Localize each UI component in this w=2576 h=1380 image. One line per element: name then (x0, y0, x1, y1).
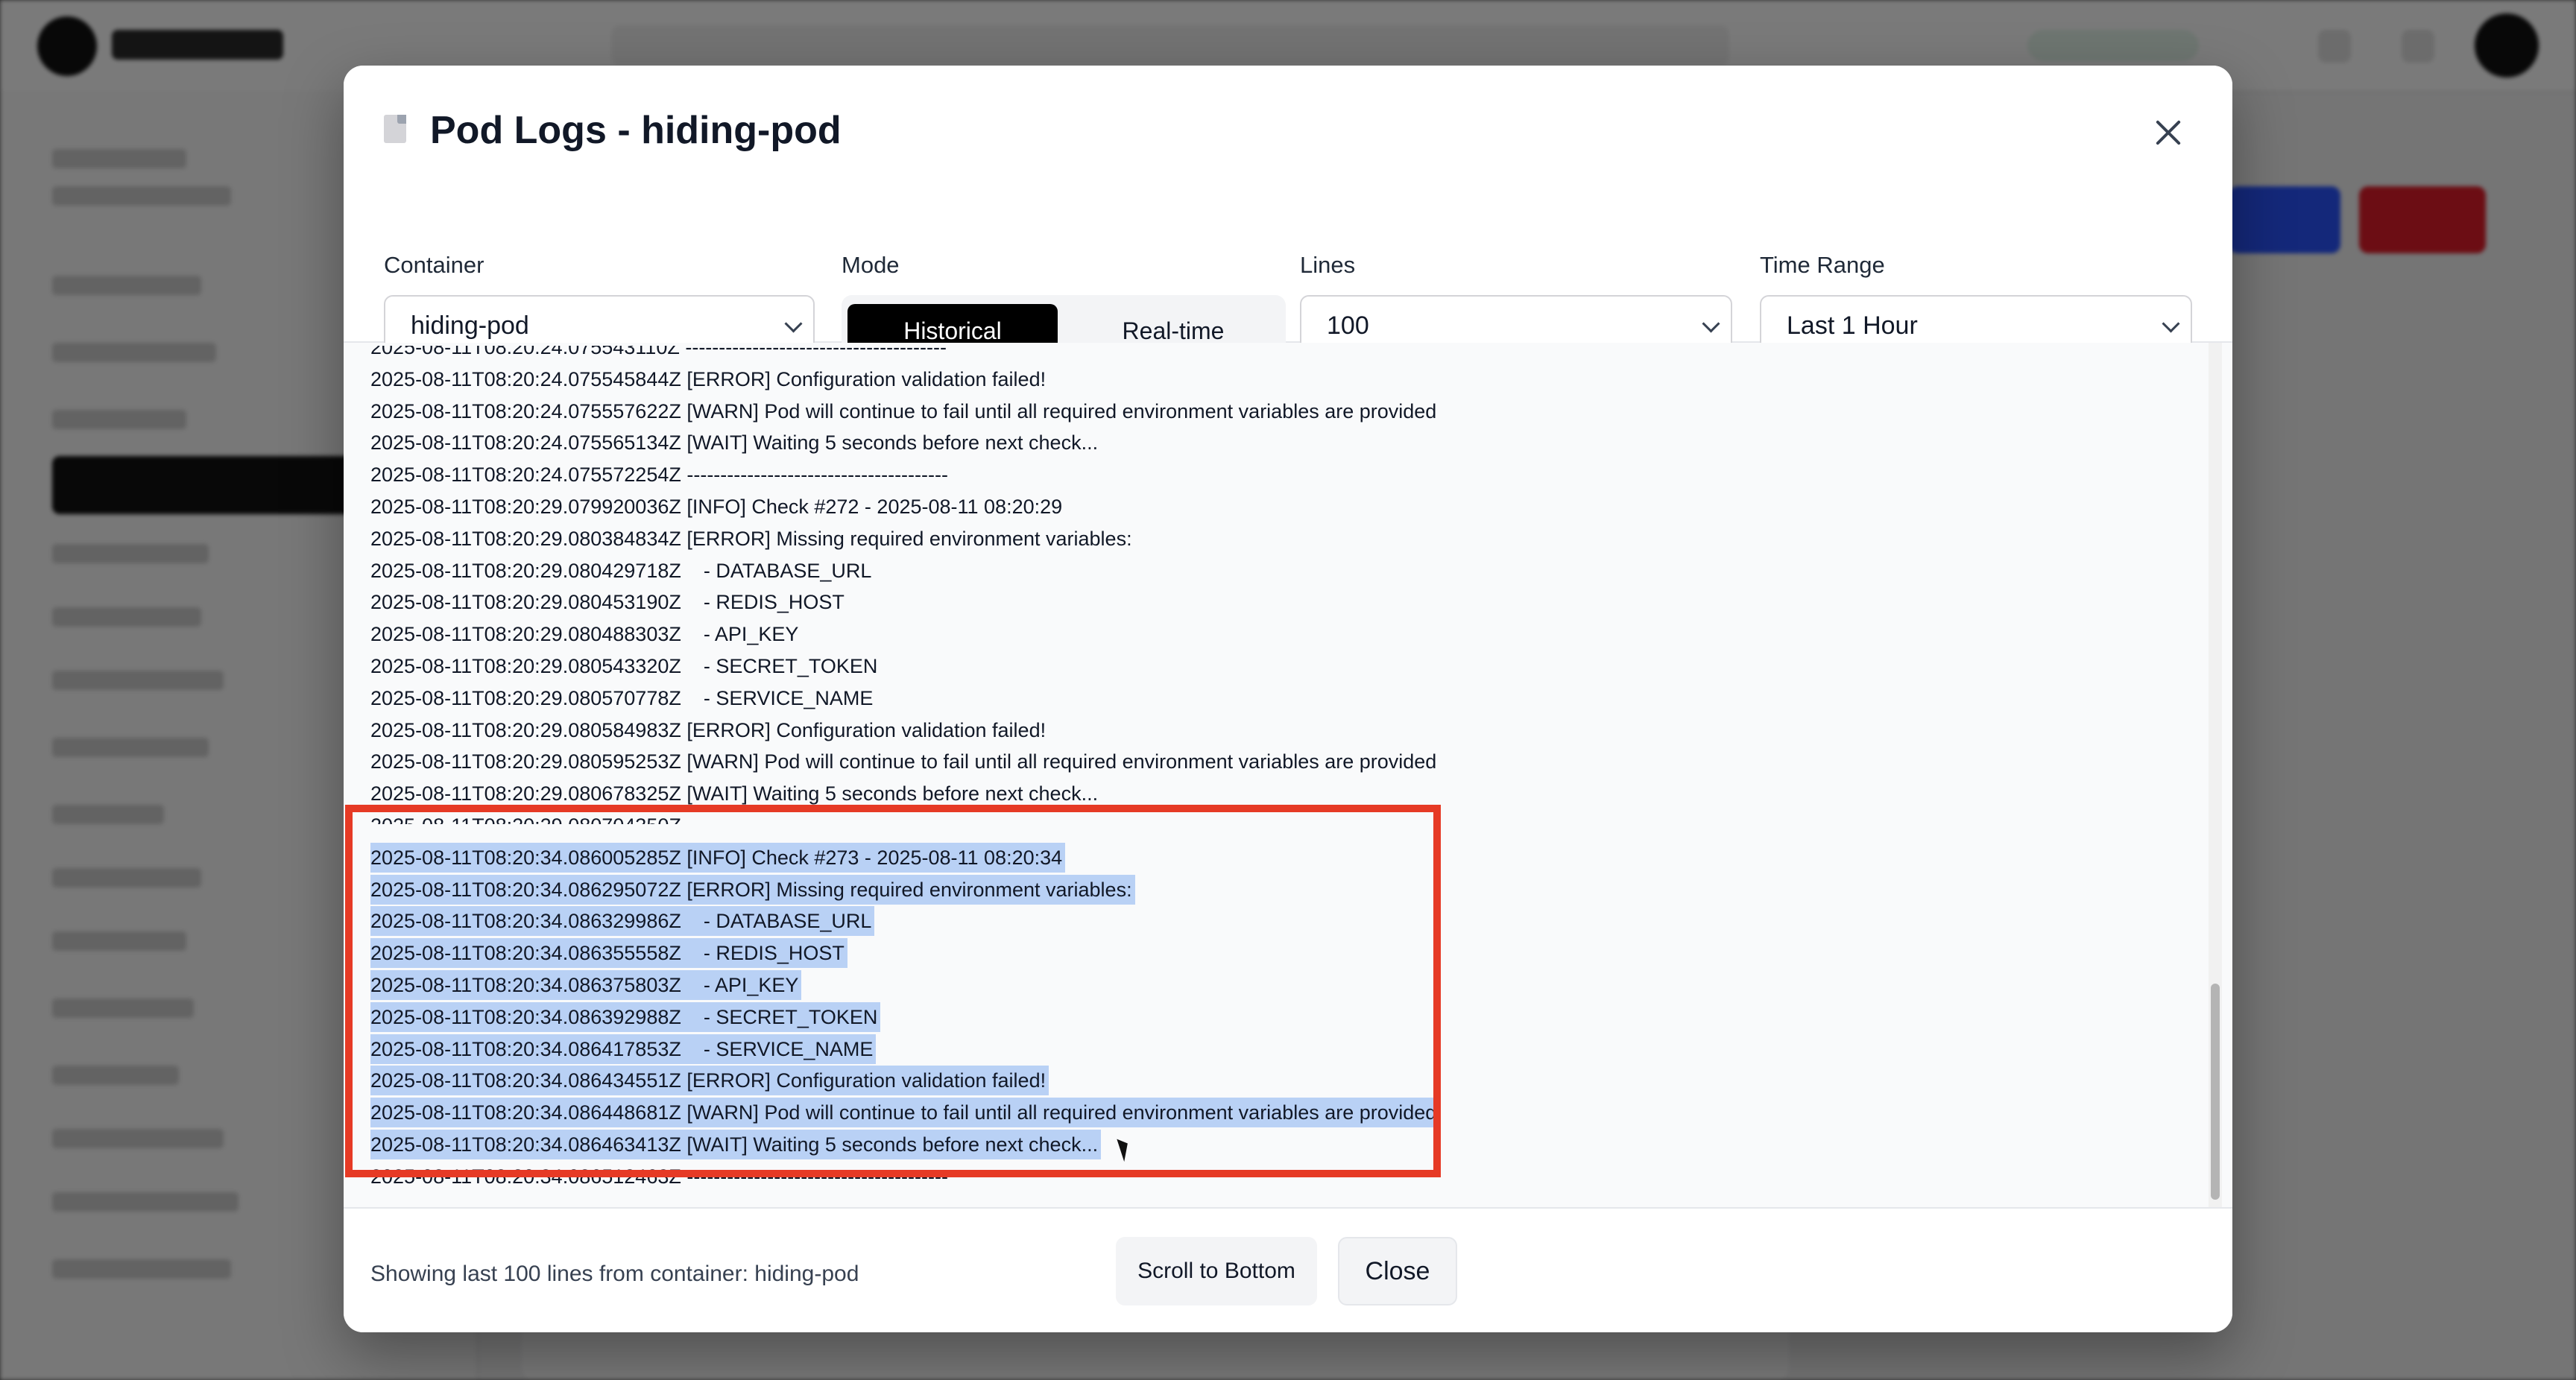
mode-label: Mode (842, 252, 900, 278)
log-line: 2025-08-11T08:20:29.080704350Z ---------… (370, 814, 948, 837)
log-line: 2025-08-11T08:20:34.086392988Z - SECRET_… (370, 1001, 881, 1032)
log-status-text: Showing last 100 lines from container: h… (370, 1262, 859, 1286)
container-label: Container (384, 252, 484, 278)
modal-header: Pod Logs - hiding-pod Container hiding-p… (344, 66, 2232, 367)
log-line: 2025-08-11T08:20:29.080488303Z - API_KEY (370, 623, 799, 646)
log-line: 2025-08-11T08:20:34.086329986Z - DATABAS… (370, 906, 875, 937)
time-range-select-value: Last 1 Hour (1787, 311, 1918, 340)
log-line: 2025-08-11T08:20:34.086005285Z [INFO] Ch… (370, 842, 1066, 873)
chevron-down-icon (1702, 314, 1720, 333)
container-select-value: hiding-pod (411, 311, 529, 340)
log-output[interactable]: 2025-08-11T08:20:24.075543110Z ---------… (344, 343, 2232, 1207)
log-line: 2025-08-11T08:20:29.080453190Z - REDIS_H… (370, 591, 845, 614)
close-icon[interactable] (2146, 110, 2191, 155)
time-range-label: Time Range (1760, 252, 1885, 278)
log-line: 2025-08-11T08:20:34.086463413Z [WAIT] Wa… (370, 1130, 1102, 1159)
log-line: 2025-08-11T08:20:29.080678325Z [WAIT] Wa… (370, 782, 1099, 805)
log-line: 2025-08-11T08:20:29.080584983Z [ERROR] C… (370, 718, 1046, 741)
log-line: 2025-08-11T08:20:34.086512463Z ---------… (370, 1165, 948, 1188)
log-line: 2025-08-11T08:20:34.086295072Z [ERROR] M… (370, 874, 1135, 905)
log-line: 2025-08-11T08:20:24.075557622Z [WARN] Po… (370, 399, 1437, 422)
log-line: 2025-08-11T08:20:34.086355558Z - REDIS_H… (370, 938, 847, 969)
chevron-down-icon (784, 314, 803, 333)
modal-footer: Showing last 100 lines from container: h… (344, 1207, 2232, 1332)
log-scrollbar-thumb[interactable] (2211, 984, 2220, 1200)
log-line: 2025-08-11T08:20:24.075545844Z [ERROR] C… (370, 367, 1046, 390)
log-line: 2025-08-11T08:20:29.080543320Z - SECRET_… (370, 655, 878, 677)
chevron-down-icon (2162, 314, 2180, 333)
log-line: 2025-08-11T08:20:24.075565134Z [WAIT] Wa… (370, 431, 1099, 455)
log-line: 2025-08-11T08:20:29.080595253Z [WARN] Po… (370, 750, 1437, 773)
pod-logs-modal: Pod Logs - hiding-pod Container hiding-p… (344, 66, 2232, 1332)
log-line: 2025-08-11T08:20:29.080429718Z - DATABAS… (370, 559, 872, 582)
lines-label: Lines (1300, 252, 1356, 278)
log-line: 2025-08-11T08:20:34.086417853Z - SERVICE… (370, 1034, 877, 1064)
log-line: 2025-08-11T08:20:34.086434551Z [ERROR] C… (370, 1066, 1049, 1096)
log-line: 2025-08-11T08:20:34.086448681Z [WARN] Po… (370, 1098, 1440, 1128)
log-line: 2025-08-11T08:20:24.075572254Z ---------… (370, 463, 948, 487)
log-line: 2025-08-11T08:20:29.080570778Z - SERVICE… (370, 686, 874, 709)
log-line: 2025-08-11T08:20:24.075543110Z ---------… (370, 343, 947, 358)
log-line: 2025-08-11T08:20:29.079920036Z [INFO] Ch… (370, 496, 1063, 518)
close-button[interactable]: Close (1338, 1237, 1457, 1305)
modal-title: Pod Logs - hiding-pod (430, 109, 842, 152)
lines-select-value: 100 (1327, 311, 1369, 340)
log-line: 2025-08-11T08:20:29.080384834Z [ERROR] M… (370, 527, 1132, 550)
scroll-to-bottom-button[interactable]: Scroll to Bottom (1116, 1237, 1317, 1305)
log-line: 2025-08-11T08:20:34.086375803Z - API_KEY (370, 970, 802, 1000)
document-icon (384, 115, 406, 143)
